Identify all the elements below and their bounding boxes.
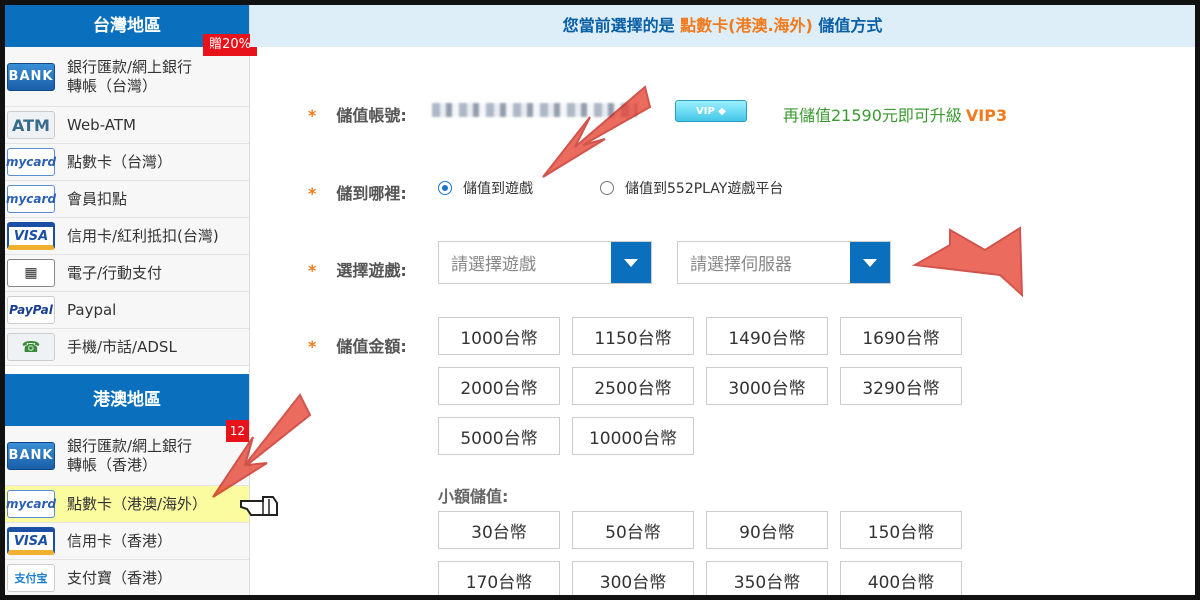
small-amount-option[interactable]: 50台幣 [572, 511, 694, 549]
mobile-pay-icon: ▦ [7, 259, 55, 287]
radio-store-to-platform[interactable]: 儲值到552PLAY遊戲平台 [600, 178, 783, 198]
paypal-icon: PayPal [7, 296, 55, 324]
mycard-icon: mycard [6, 148, 56, 176]
small-amount-option[interactable]: 350台幣 [706, 561, 828, 595]
sidebar-item-point-card-hk-overseas[interactable]: mycard 點數卡（港澳/海外） [5, 486, 249, 523]
amount-option[interactable]: 5000台幣 [438, 417, 560, 455]
bank-icon: BANK [7, 441, 55, 470]
sidebar-item-label: 電子/行動支付 [67, 263, 163, 282]
sidebar-item-label: 信用卡/紅利抵扣(台灣) [67, 226, 219, 245]
server-select-placeholder: 請選擇伺服器 [690, 255, 792, 275]
required-star: * [308, 106, 317, 125]
amount-option[interactable]: 1490台幣 [706, 317, 828, 355]
small-amount-option[interactable]: 150台幣 [840, 511, 962, 549]
bonus-ribbon: 12 [225, 420, 249, 442]
account-row-label: * 儲值帳號: [308, 106, 407, 125]
small-amount-options: 30台幣 50台幣 90台幣 150台幣 170台幣 300台幣 350台幣 4… [438, 511, 962, 595]
sidebar-item-credit-card-hk[interactable]: VISA 信用卡（香港） [5, 523, 249, 560]
amount-option[interactable]: 2500台幣 [572, 367, 694, 405]
payment-form-panel: 您當前選擇的是 點數卡(港澳.海外) 儲值方式 * 儲值帳號: VIP ◆ 再儲值… [250, 5, 1195, 595]
page-title: 您當前選擇的是 點數卡(港澳.海外) 儲值方式 [250, 5, 1195, 47]
mycard-icon: mycard [6, 185, 56, 213]
server-select[interactable]: 請選擇伺服器 [677, 241, 891, 284]
visa-icon: VISA [7, 527, 55, 555]
sidebar-item-credit-card-taiwan[interactable]: VISA 信用卡/紅利抵扣(台灣) [5, 218, 249, 255]
phone-icon: ☎ [7, 333, 55, 361]
sidebar-item-phone-adsl[interactable]: ☎ 手機/市話/ADSL [5, 329, 249, 366]
account-value-redacted [432, 103, 637, 117]
sidebar-item-label: 會員扣點 [67, 189, 128, 208]
sidebar-item-label: 銀行匯款/網上銀行 轉帳（台灣） [67, 57, 193, 95]
amount-option[interactable]: 3000台幣 [706, 367, 828, 405]
game-select-placeholder: 請選擇遊戲 [451, 255, 536, 275]
amount-option[interactable]: 2000台幣 [438, 367, 560, 405]
radio-unselected-dot[interactable] [600, 181, 614, 195]
sidebar-item-paypal[interactable]: PayPal Paypal [5, 292, 249, 329]
small-amount-label: 小額儲值: [438, 487, 509, 506]
page-frame: 台灣地區 BANK 銀行匯款/網上銀行 轉帳（台灣） 贈20% ATM Web-A… [0, 0, 1200, 600]
sidebar-item-member-points[interactable]: mycard 會員扣點 [5, 181, 249, 218]
sidebar-item-label: Paypal [67, 300, 117, 319]
visa-icon: VISA [7, 222, 55, 250]
amount-option[interactable]: 1000台幣 [438, 317, 560, 355]
sidebar-item-label: 手機/市話/ADSL [67, 337, 177, 356]
sidebar-item-bank-transfer-taiwan[interactable]: BANK 銀行匯款/網上銀行 轉帳（台灣） 贈20% [5, 34, 257, 107]
amount-option[interactable]: 1690台幣 [840, 317, 962, 355]
sidebar-item-point-card-taiwan[interactable]: mycard 點數卡（台灣） [5, 144, 249, 181]
payment-method-sidebar: 台灣地區 BANK 銀行匯款/網上銀行 轉帳（台灣） 贈20% ATM Web-A… [5, 5, 257, 595]
sidebar-item-mobile-payment[interactable]: ▦ 電子/行動支付 [5, 255, 249, 292]
vip-badge: VIP ◆ [675, 100, 747, 122]
sidebar-item-label: Web-ATM [67, 115, 136, 134]
amount-options: 1000台幣 1150台幣 1490台幣 1690台幣 2000台幣 2500台… [438, 317, 962, 455]
vip-upgrade-notice: 再儲值21590元即可升級 VIP3 [783, 106, 1008, 125]
amount-option[interactable]: 10000台幣 [572, 417, 694, 455]
sidebar-item-label: 點數卡（港澳/海外） [67, 494, 208, 513]
small-amount-option[interactable]: 400台幣 [840, 561, 962, 595]
required-star: * [308, 184, 317, 203]
amount-option[interactable]: 1150台幣 [572, 317, 694, 355]
small-amount-option[interactable]: 300台幣 [572, 561, 694, 595]
bonus-ribbon: 贈20% [203, 34, 257, 56]
selected-method-highlight: 點數卡(港澳.海外) [680, 16, 813, 35]
alipay-icon: 支付宝 [7, 564, 55, 592]
radio-selected-dot[interactable] [438, 181, 452, 195]
radio-store-to-game[interactable]: 儲值到遊戲 [438, 178, 533, 198]
sidebar-item-label: 銀行匯款/網上銀行 轉帳（香港） [67, 436, 193, 474]
destination-row-label: * 儲到哪裡: [308, 184, 407, 203]
mycard-icon: mycard [6, 490, 56, 518]
sidebar-item-label: 支付寶（香港） [67, 568, 173, 587]
amount-option[interactable]: 3290台幣 [840, 367, 962, 405]
required-star: * [308, 337, 317, 356]
game-row-label: * 選擇遊戲: [308, 261, 407, 280]
sidebar-item-web-atm[interactable]: ATM Web-ATM [5, 107, 249, 144]
game-select[interactable]: 請選擇遊戲 [438, 241, 652, 284]
webatm-icon: ATM [7, 111, 55, 139]
small-amount-option[interactable]: 90台幣 [706, 511, 828, 549]
sidebar-item-label: 點數卡（台灣） [67, 152, 173, 171]
vip-level: VIP3 [965, 106, 1008, 125]
small-amount-option[interactable]: 30台幣 [438, 511, 560, 549]
required-star: * [308, 261, 317, 280]
chevron-down-icon[interactable] [850, 242, 890, 283]
sidebar-item-alipay-hk[interactable]: 支付宝 支付寶（香港） [5, 560, 249, 595]
hk-macau-region-header: 港澳地區 [5, 374, 249, 426]
amount-row-label: * 儲值金額: [308, 337, 407, 356]
small-amount-option[interactable]: 170台幣 [438, 561, 560, 595]
sidebar-item-label: 信用卡（香港） [67, 531, 173, 550]
chevron-down-icon[interactable] [611, 242, 651, 283]
sidebar-item-bank-transfer-hk[interactable]: BANK 銀行匯款/網上銀行 轉帳（香港） 12 [5, 420, 249, 486]
bank-icon: BANK [7, 62, 55, 91]
